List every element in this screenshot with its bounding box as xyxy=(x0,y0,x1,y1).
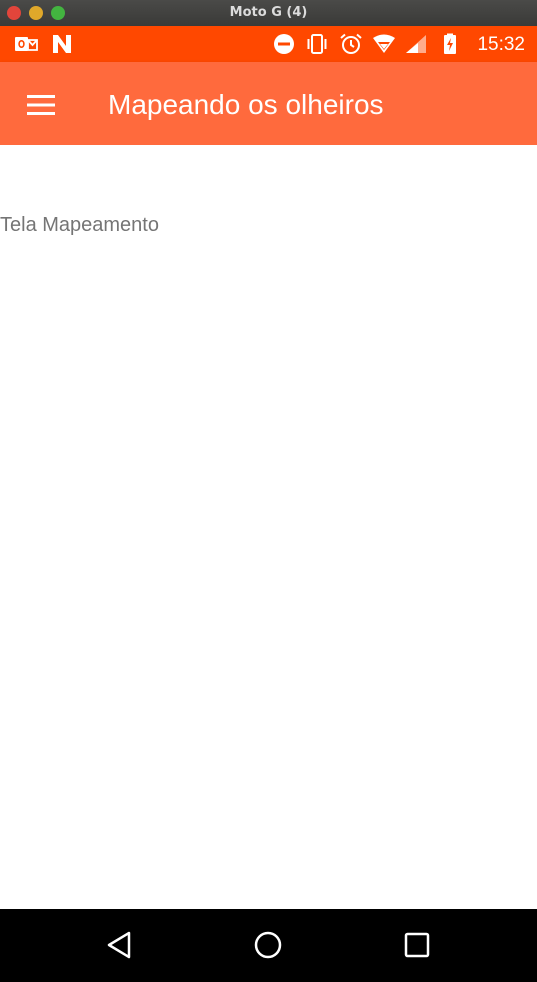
window-title: Moto G (4) xyxy=(229,5,308,20)
back-button[interactable] xyxy=(99,925,139,965)
window-titlebar: Moto G (4) xyxy=(0,0,537,26)
alarm-icon xyxy=(339,33,363,55)
hamburger-menu-button[interactable] xyxy=(20,84,62,126)
signal-icon xyxy=(404,33,428,55)
hamburger-menu-icon xyxy=(27,95,55,115)
battery-charging-icon xyxy=(438,33,462,55)
recents-icon xyxy=(404,932,430,958)
screen-label: Tela Mapeamento xyxy=(0,214,159,236)
n-notification-icon xyxy=(50,33,74,55)
navigation-bar xyxy=(0,909,537,982)
home-button[interactable] xyxy=(248,925,288,965)
outlook-icon xyxy=(14,33,38,55)
status-bar: 15:32 xyxy=(0,26,537,62)
app-title: Mapeando os olheiros xyxy=(108,89,384,120)
recents-button[interactable] xyxy=(397,925,437,965)
status-clock: 15:32 xyxy=(477,34,525,55)
home-icon xyxy=(254,931,282,959)
app-bar: Mapeando os olheiros xyxy=(0,62,537,145)
wifi-icon xyxy=(372,33,396,55)
vibrate-icon xyxy=(305,33,329,55)
back-icon xyxy=(107,931,131,959)
do-not-disturb-icon xyxy=(272,33,296,55)
main-content: Tela Mapeamento xyxy=(0,145,537,909)
